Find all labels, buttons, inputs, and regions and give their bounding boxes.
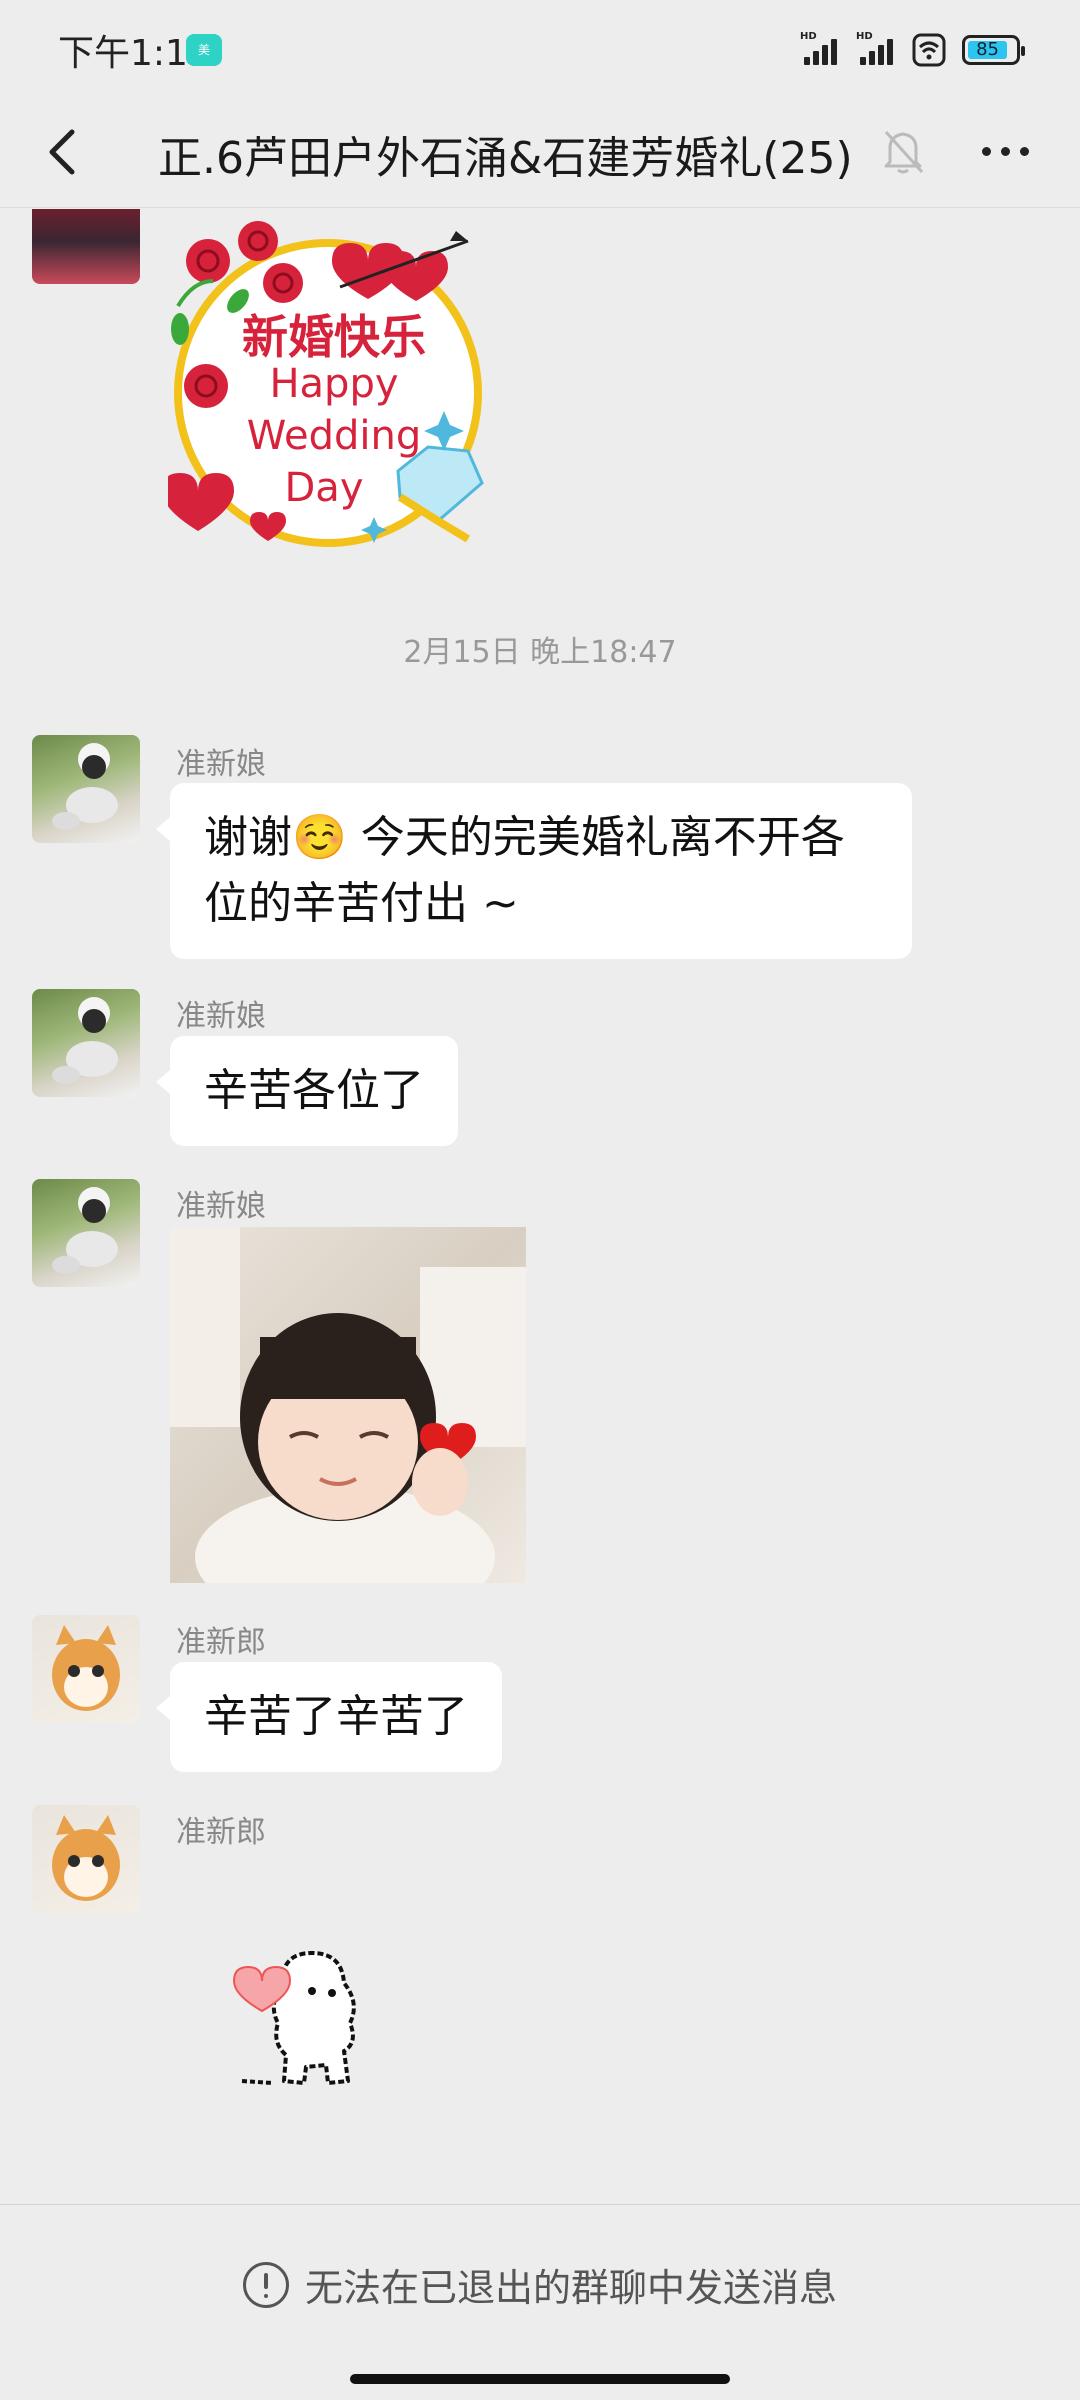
sender-name: 准新娘 (176, 999, 266, 1034)
battery-level: 85 (968, 41, 1008, 59)
notice-text: 无法在已退出的群聊中发送消息 (304, 2266, 837, 2310)
avatar[interactable] (32, 209, 140, 284)
avatar[interactable] (32, 1179, 140, 1287)
bear-sticker-icon (232, 1951, 356, 2085)
sender-name: 准新娘 (176, 1189, 266, 1224)
battery-icon: 85 (962, 35, 1025, 65)
signal-icon: HD (800, 31, 840, 65)
sticker-text-day: Day (284, 465, 364, 511)
message-bubble[interactable]: 辛苦了辛苦了 (156, 1662, 502, 1772)
sender-name: 准新娘 (176, 747, 266, 782)
sender-name: 准新郎 (176, 1815, 266, 1850)
info-icon (242, 2261, 289, 2308)
input-disabled-bar: 无法在已退出的群聊中发送消息 (0, 2204, 1080, 2358)
more-options-button[interactable] (970, 116, 1040, 186)
avatar[interactable] (32, 989, 140, 1097)
chat-timestamp: 2月15日 晚上18:47 (403, 635, 677, 670)
photo-child-icon (170, 1227, 526, 1583)
app-notification-icon: 美 (186, 34, 222, 66)
avatar[interactable] (32, 735, 140, 843)
wedding-sticker[interactable]: 新婚快乐 Happy Wedding Day (168, 221, 498, 561)
avatar[interactable] (32, 1615, 140, 1723)
home-indicator[interactable] (350, 2374, 730, 2384)
message-bubble[interactable]: 辛苦各位了 (156, 1036, 458, 1146)
sticker-text-happy: Happy (269, 361, 399, 407)
sticker-text-wedding: Wedding (246, 413, 422, 459)
left-group-notice: 无法在已退出的群聊中发送消息 (0, 2257, 1080, 2312)
message-bubble[interactable]: 谢谢☺️ 今天的完美婚礼离不开各位的辛苦付出 ~ (156, 783, 912, 959)
avatar[interactable] (32, 1805, 140, 1913)
back-button[interactable] (30, 118, 98, 186)
back-arrow-icon (49, 129, 75, 175)
status-icons: HD HD 85 (800, 30, 1025, 70)
chat-title: 正.6芦田户外石涌&石建芳婚礼(25) (158, 133, 853, 184)
mute-bell-icon (878, 124, 928, 178)
image-message[interactable] (170, 1227, 526, 1583)
chat-header: 正.6芦田户外石涌&石建芳婚礼(25) (0, 96, 1080, 208)
message-list[interactable]: 新婚快乐 Happy Wedding Day 2月15日 晚上18:47 准新娘… (0, 209, 1080, 2204)
status-bar: 下午1:11 美 HD HD 85 (0, 0, 1080, 96)
bear-heart-sticker[interactable] (232, 1943, 372, 2093)
wifi-icon (912, 33, 946, 67)
sender-name: 准新郎 (176, 1625, 266, 1660)
sticker-text-cn: 新婚快乐 (242, 310, 426, 364)
signal-icon-2: HD (856, 31, 896, 65)
